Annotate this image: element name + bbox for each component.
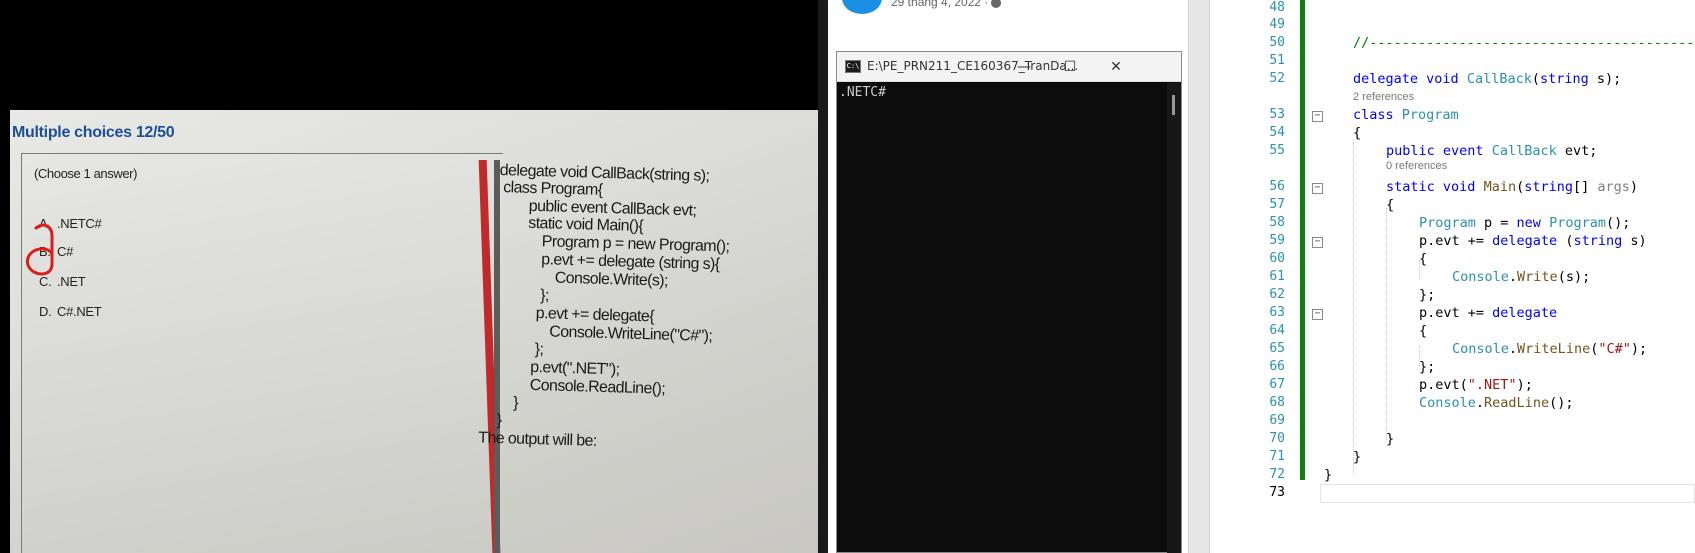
line-number: 71 [1269, 449, 1285, 464]
console-titlebar[interactable]: C:\ E:\PE_PRN211_CE160367_TranDa... — ☐ … [837, 52, 1181, 82]
collapse-toggle-icon[interactable]: − [1312, 309, 1323, 320]
line-number: 48 [1269, 0, 1285, 15]
post-date[interactable]: 29 tháng 4, 2022 · [891, 0, 1002, 9]
minimize-button[interactable]: — [1001, 52, 1047, 82]
line-number: 60 [1269, 251, 1285, 266]
code-line-63[interactable]: p.evt += delegate [1419, 305, 1557, 321]
question-code: delegate void CallBack(string s); class … [478, 162, 822, 553]
code-line-53[interactable]: class Program [1353, 107, 1459, 123]
code-line-57[interactable]: { [1386, 197, 1394, 213]
line-number: 54 [1269, 125, 1285, 140]
scrollbar-thumb[interactable] [1172, 95, 1175, 115]
code-line-70[interactable]: } [1386, 431, 1394, 447]
line-number: 63 [1269, 305, 1285, 320]
line-number: 72 [1269, 467, 1285, 482]
line-number: 61 [1269, 269, 1285, 284]
codelens-references[interactable]: 0 references [1386, 160, 1447, 172]
handwritten-answer-mark [26, 223, 54, 276]
console-scrollbar[interactable] [1167, 83, 1181, 553]
code-line-56[interactable]: static void Main(string[] args) [1386, 179, 1638, 195]
choose-hint: (Choose 1 answer) [34, 166, 138, 181]
collapse-toggle-icon[interactable]: − [1312, 183, 1323, 194]
indent-guide [1353, 142, 1354, 474]
code-line-59[interactable]: p.evt += delegate (string s) [1419, 233, 1647, 249]
code-line: Console.ReadLine(); [529, 376, 666, 398]
line-number: 56 [1269, 179, 1285, 194]
option-d: D. C#.NET [39, 304, 102, 319]
code-line-65[interactable]: Console.WriteLine("C#"); [1452, 341, 1647, 357]
code-line-55[interactable]: public event CallBack evt; [1386, 143, 1597, 159]
indent-guide [1386, 208, 1387, 440]
line-number: 70 [1269, 431, 1285, 446]
collapse-toggle-icon[interactable]: − [1312, 237, 1323, 248]
code-line-61[interactable]: Console.Write(s); [1452, 269, 1590, 285]
console-output[interactable]: .NETC# [837, 83, 1167, 553]
answer-panel: (Choose 1 answer) A. .NETC# B. C# C. .NET D… [21, 153, 503, 553]
line-number-current: 73 [1269, 485, 1285, 500]
code-line: } [513, 394, 519, 412]
line-number: 67 [1269, 377, 1285, 392]
code-line-66[interactable]: }; [1419, 359, 1435, 375]
line-number: 51 [1269, 53, 1285, 68]
line-number: 64 [1269, 323, 1285, 338]
code-line-60[interactable]: { [1419, 251, 1427, 267]
code-editor[interactable]: 48 49 50 51 52 53 54 55 56 57 58 59 60 6… [1210, 0, 1695, 553]
code-line-64[interactable]: { [1419, 323, 1427, 339]
question-counter-title: Multiple choices 12/50 [12, 124, 175, 141]
maximize-button[interactable]: ☐ [1047, 52, 1093, 82]
editor-splitter[interactable] [1188, 0, 1210, 553]
code-line-54[interactable]: { [1353, 125, 1361, 141]
code-line: Console.Write(s); [554, 269, 669, 290]
console-window: C:\ E:\PE_PRN211_CE160367_TranDa... — ☐ … [836, 51, 1182, 553]
line-number: 50 [1269, 35, 1285, 50]
line-number: 62 [1269, 287, 1285, 302]
line-number: 69 [1269, 413, 1285, 428]
code-line: class Program{ [503, 179, 603, 199]
exam-photo: Multiple choices 12/50 (Choose 1 answer)… [0, 0, 828, 553]
code-line-71[interactable]: } [1353, 449, 1361, 465]
current-line-highlight[interactable] [1320, 484, 1695, 503]
codelens-references[interactable]: 2 references [1353, 91, 1414, 103]
code-line-52[interactable]: delegate void CallBack(string s); [1353, 71, 1621, 87]
line-number: 59 [1269, 233, 1285, 248]
exam-screen-photo: Multiple choices 12/50 (Choose 1 answer)… [10, 110, 822, 553]
console-app-icon: C:\ [845, 60, 861, 73]
line-number: 53 [1269, 107, 1285, 122]
line-number: 68 [1269, 395, 1285, 410]
public-globe-icon [991, 0, 1002, 8]
code-line-58[interactable]: Program p = new Program(); [1419, 215, 1630, 231]
code-line: }; [540, 287, 550, 305]
line-number: 49 [1269, 17, 1285, 32]
code-line: }; [534, 341, 544, 359]
line-number: 66 [1269, 359, 1285, 374]
collapse-toggle-icon[interactable]: − [1312, 111, 1323, 122]
line-number: 52 [1269, 71, 1285, 86]
code-line-67[interactable]: p.evt(".NET"); [1419, 377, 1533, 393]
line-number: 58 [1269, 215, 1285, 230]
code-line-68[interactable]: Console.ReadLine(); [1419, 395, 1573, 411]
change-tracking-bar [1300, 0, 1305, 480]
line-number: 57 [1269, 197, 1285, 212]
close-button[interactable]: ✕ [1093, 52, 1139, 82]
line-number: 65 [1269, 341, 1285, 356]
code-line: } [496, 412, 502, 430]
output-question: The output will be: [478, 429, 597, 450]
code-line-72[interactable]: } [1324, 467, 1332, 483]
code-line: Console.WriteLine("C#"); [549, 323, 713, 345]
code-comment[interactable]: //--------------------------------------… [1353, 35, 1695, 51]
panel-separator [818, 0, 828, 553]
line-number: 55 [1269, 143, 1285, 158]
code-line-62[interactable]: }; [1419, 287, 1435, 303]
